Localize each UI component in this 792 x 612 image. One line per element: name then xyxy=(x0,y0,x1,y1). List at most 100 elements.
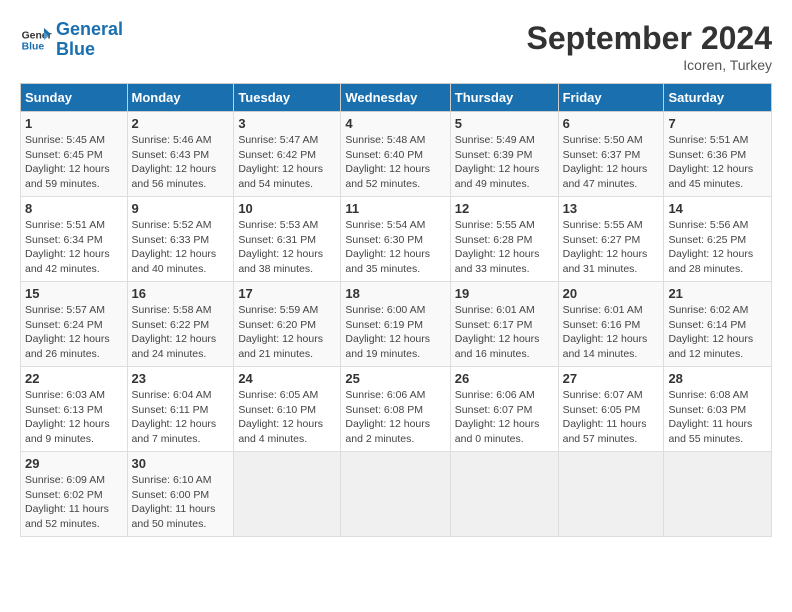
calendar-cell: 6 Sunrise: 5:50 AM Sunset: 6:37 PM Dayli… xyxy=(558,112,664,197)
day-number: 6 xyxy=(563,116,660,131)
col-sunday: Sunday xyxy=(21,84,128,112)
logo-icon: General Blue xyxy=(20,24,52,56)
day-number: 4 xyxy=(345,116,445,131)
month-title: September 2024 xyxy=(527,20,772,57)
calendar-cell: 23 Sunrise: 6:04 AM Sunset: 6:11 PM Dayl… xyxy=(127,367,234,452)
calendar-cell: 30 Sunrise: 6:10 AM Sunset: 6:00 PM Dayl… xyxy=(127,452,234,537)
page-header: General Blue GeneralBlue September 2024 … xyxy=(20,20,772,73)
day-number: 16 xyxy=(132,286,230,301)
col-thursday: Thursday xyxy=(450,84,558,112)
day-detail: Sunrise: 6:06 AM Sunset: 6:08 PM Dayligh… xyxy=(345,388,445,447)
day-detail: Sunrise: 6:04 AM Sunset: 6:11 PM Dayligh… xyxy=(132,388,230,447)
day-detail: Sunrise: 5:51 AM Sunset: 6:36 PM Dayligh… xyxy=(668,133,767,192)
calendar-header: Sunday Monday Tuesday Wednesday Thursday… xyxy=(21,84,772,112)
calendar-cell: 1 Sunrise: 5:45 AM Sunset: 6:45 PM Dayli… xyxy=(21,112,128,197)
calendar-cell: 2 Sunrise: 5:46 AM Sunset: 6:43 PM Dayli… xyxy=(127,112,234,197)
day-number: 23 xyxy=(132,371,230,386)
day-number: 2 xyxy=(132,116,230,131)
calendar-cell: 20 Sunrise: 6:01 AM Sunset: 6:16 PM Dayl… xyxy=(558,282,664,367)
day-number: 10 xyxy=(238,201,336,216)
title-block: September 2024 Icoren, Turkey xyxy=(527,20,772,73)
calendar-cell: 11 Sunrise: 5:54 AM Sunset: 6:30 PM Dayl… xyxy=(341,197,450,282)
calendar-cell: 22 Sunrise: 6:03 AM Sunset: 6:13 PM Dayl… xyxy=(21,367,128,452)
day-detail: Sunrise: 6:00 AM Sunset: 6:19 PM Dayligh… xyxy=(345,303,445,362)
day-detail: Sunrise: 6:01 AM Sunset: 6:17 PM Dayligh… xyxy=(455,303,554,362)
day-number: 7 xyxy=(668,116,767,131)
calendar-cell: 29 Sunrise: 6:09 AM Sunset: 6:02 PM Dayl… xyxy=(21,452,128,537)
day-number: 11 xyxy=(345,201,445,216)
day-number: 19 xyxy=(455,286,554,301)
calendar-cell xyxy=(234,452,341,537)
day-number: 15 xyxy=(25,286,123,301)
day-number: 3 xyxy=(238,116,336,131)
col-monday: Monday xyxy=(127,84,234,112)
calendar-cell: 14 Sunrise: 5:56 AM Sunset: 6:25 PM Dayl… xyxy=(664,197,772,282)
day-detail: Sunrise: 5:51 AM Sunset: 6:34 PM Dayligh… xyxy=(25,218,123,277)
day-number: 27 xyxy=(563,371,660,386)
day-number: 21 xyxy=(668,286,767,301)
calendar-cell: 28 Sunrise: 6:08 AM Sunset: 6:03 PM Dayl… xyxy=(664,367,772,452)
calendar-cell: 5 Sunrise: 5:49 AM Sunset: 6:39 PM Dayli… xyxy=(450,112,558,197)
calendar-cell: 16 Sunrise: 5:58 AM Sunset: 6:22 PM Dayl… xyxy=(127,282,234,367)
day-detail: Sunrise: 5:47 AM Sunset: 6:42 PM Dayligh… xyxy=(238,133,336,192)
day-detail: Sunrise: 5:55 AM Sunset: 6:27 PM Dayligh… xyxy=(563,218,660,277)
day-number: 25 xyxy=(345,371,445,386)
day-number: 13 xyxy=(563,201,660,216)
day-detail: Sunrise: 5:45 AM Sunset: 6:45 PM Dayligh… xyxy=(25,133,123,192)
day-number: 20 xyxy=(563,286,660,301)
logo-text: GeneralBlue xyxy=(56,20,123,60)
col-saturday: Saturday xyxy=(664,84,772,112)
day-detail: Sunrise: 6:08 AM Sunset: 6:03 PM Dayligh… xyxy=(668,388,767,447)
calendar-cell: 7 Sunrise: 5:51 AM Sunset: 6:36 PM Dayli… xyxy=(664,112,772,197)
day-detail: Sunrise: 6:09 AM Sunset: 6:02 PM Dayligh… xyxy=(25,473,123,532)
day-detail: Sunrise: 5:49 AM Sunset: 6:39 PM Dayligh… xyxy=(455,133,554,192)
day-number: 14 xyxy=(668,201,767,216)
day-number: 26 xyxy=(455,371,554,386)
day-number: 30 xyxy=(132,456,230,471)
calendar-body: 1 Sunrise: 5:45 AM Sunset: 6:45 PM Dayli… xyxy=(21,112,772,537)
calendar-cell xyxy=(341,452,450,537)
calendar-cell: 25 Sunrise: 6:06 AM Sunset: 6:08 PM Dayl… xyxy=(341,367,450,452)
col-wednesday: Wednesday xyxy=(341,84,450,112)
day-detail: Sunrise: 6:07 AM Sunset: 6:05 PM Dayligh… xyxy=(563,388,660,447)
day-detail: Sunrise: 5:46 AM Sunset: 6:43 PM Dayligh… xyxy=(132,133,230,192)
calendar-cell: 15 Sunrise: 5:57 AM Sunset: 6:24 PM Dayl… xyxy=(21,282,128,367)
day-detail: Sunrise: 5:58 AM Sunset: 6:22 PM Dayligh… xyxy=(132,303,230,362)
day-detail: Sunrise: 6:01 AM Sunset: 6:16 PM Dayligh… xyxy=(563,303,660,362)
day-number: 5 xyxy=(455,116,554,131)
day-detail: Sunrise: 6:02 AM Sunset: 6:14 PM Dayligh… xyxy=(668,303,767,362)
calendar-cell: 9 Sunrise: 5:52 AM Sunset: 6:33 PM Dayli… xyxy=(127,197,234,282)
location-subtitle: Icoren, Turkey xyxy=(527,57,772,73)
logo: General Blue GeneralBlue xyxy=(20,20,123,60)
calendar-cell xyxy=(450,452,558,537)
day-detail: Sunrise: 5:53 AM Sunset: 6:31 PM Dayligh… xyxy=(238,218,336,277)
day-number: 29 xyxy=(25,456,123,471)
calendar-cell: 18 Sunrise: 6:00 AM Sunset: 6:19 PM Dayl… xyxy=(341,282,450,367)
day-detail: Sunrise: 5:56 AM Sunset: 6:25 PM Dayligh… xyxy=(668,218,767,277)
day-number: 9 xyxy=(132,201,230,216)
day-number: 1 xyxy=(25,116,123,131)
calendar-cell: 17 Sunrise: 5:59 AM Sunset: 6:20 PM Dayl… xyxy=(234,282,341,367)
day-detail: Sunrise: 6:06 AM Sunset: 6:07 PM Dayligh… xyxy=(455,388,554,447)
day-detail: Sunrise: 6:03 AM Sunset: 6:13 PM Dayligh… xyxy=(25,388,123,447)
day-detail: Sunrise: 5:52 AM Sunset: 6:33 PM Dayligh… xyxy=(132,218,230,277)
calendar-cell: 26 Sunrise: 6:06 AM Sunset: 6:07 PM Dayl… xyxy=(450,367,558,452)
calendar-cell: 13 Sunrise: 5:55 AM Sunset: 6:27 PM Dayl… xyxy=(558,197,664,282)
day-number: 8 xyxy=(25,201,123,216)
calendar-cell: 19 Sunrise: 6:01 AM Sunset: 6:17 PM Dayl… xyxy=(450,282,558,367)
calendar-cell: 10 Sunrise: 5:53 AM Sunset: 6:31 PM Dayl… xyxy=(234,197,341,282)
calendar-cell: 24 Sunrise: 6:05 AM Sunset: 6:10 PM Dayl… xyxy=(234,367,341,452)
calendar-cell: 3 Sunrise: 5:47 AM Sunset: 6:42 PM Dayli… xyxy=(234,112,341,197)
day-detail: Sunrise: 5:54 AM Sunset: 6:30 PM Dayligh… xyxy=(345,218,445,277)
day-number: 24 xyxy=(238,371,336,386)
calendar-cell: 21 Sunrise: 6:02 AM Sunset: 6:14 PM Dayl… xyxy=(664,282,772,367)
day-detail: Sunrise: 5:48 AM Sunset: 6:40 PM Dayligh… xyxy=(345,133,445,192)
calendar-cell xyxy=(558,452,664,537)
svg-text:Blue: Blue xyxy=(22,41,45,52)
day-number: 12 xyxy=(455,201,554,216)
day-number: 28 xyxy=(668,371,767,386)
col-tuesday: Tuesday xyxy=(234,84,341,112)
calendar-cell: 12 Sunrise: 5:55 AM Sunset: 6:28 PM Dayl… xyxy=(450,197,558,282)
day-detail: Sunrise: 6:05 AM Sunset: 6:10 PM Dayligh… xyxy=(238,388,336,447)
col-friday: Friday xyxy=(558,84,664,112)
